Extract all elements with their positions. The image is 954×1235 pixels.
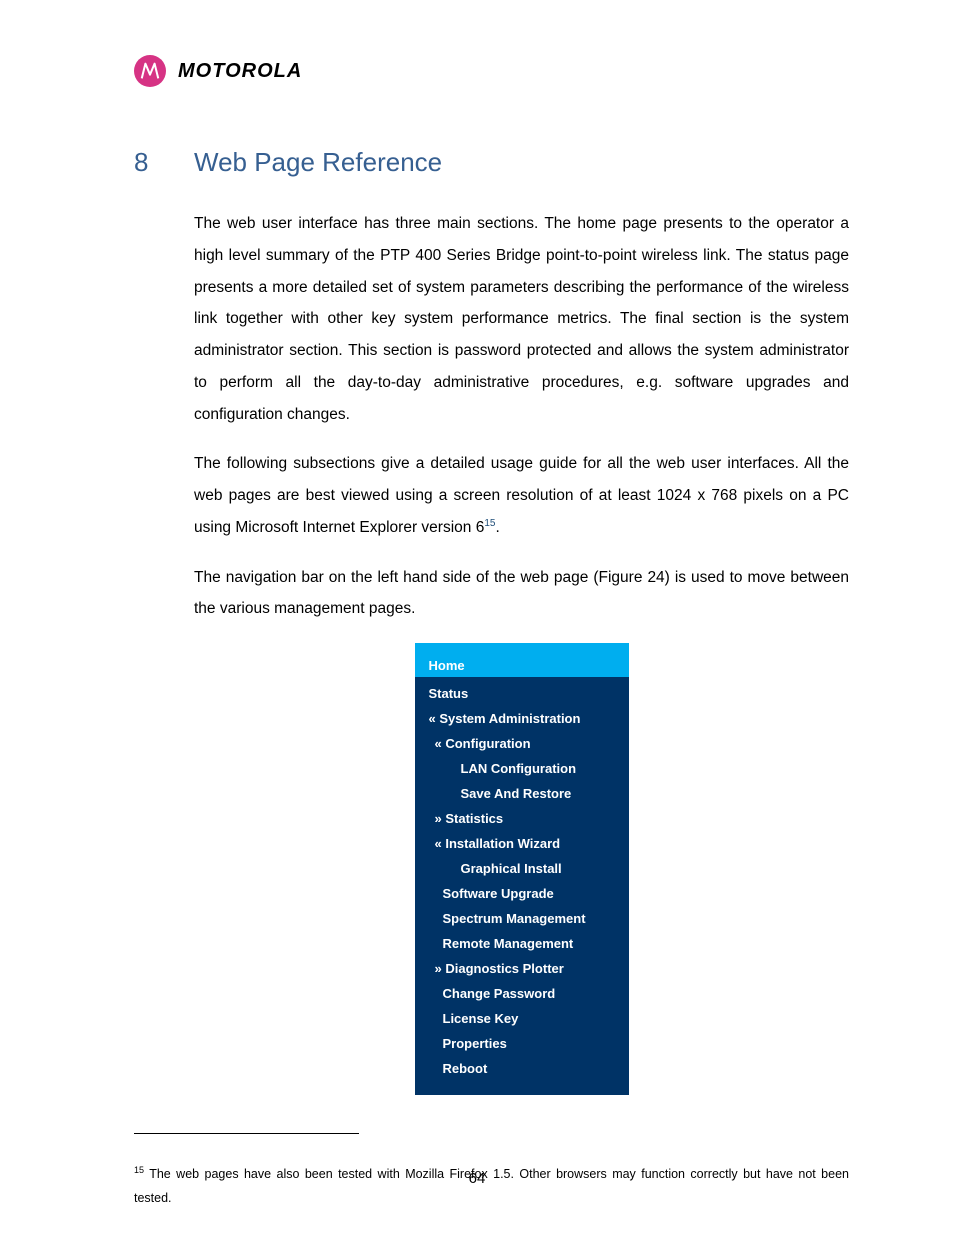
nav-item-software-upgrade[interactable]: Software Upgrade	[415, 881, 629, 906]
footnote-separator	[134, 1133, 359, 1134]
paragraph-1: The web user interface has three main se…	[194, 208, 849, 430]
nav-item-status[interactable]: Status	[415, 681, 629, 706]
paragraph-2a: The following subsections give a detaile…	[194, 455, 849, 536]
nav-item-lan-configuration[interactable]: LAN Configuration	[415, 756, 629, 781]
paragraph-2: The following subsections give a detaile…	[194, 448, 849, 543]
nav-item-remote-management[interactable]: Remote Management	[415, 931, 629, 956]
paragraph-2b: .	[495, 519, 499, 536]
motorola-m-icon	[139, 60, 161, 82]
nav-item-properties[interactable]: Properties	[415, 1031, 629, 1056]
nav-item-save-and-restore[interactable]: Save And Restore	[415, 781, 629, 806]
nav-item-statistics[interactable]: » Statistics	[415, 806, 629, 831]
nav-item-installation-wizard[interactable]: « Installation Wizard	[415, 831, 629, 856]
nav-figure: Home Status « System Administration « Co…	[415, 643, 629, 1095]
brand-name: MOTOROLA	[178, 60, 302, 83]
nav-top-border	[415, 643, 629, 654]
nav-item-configuration[interactable]: « Configuration	[415, 731, 629, 756]
nav-item-reboot[interactable]: Reboot	[415, 1056, 629, 1081]
motorola-logo-icon	[134, 55, 166, 87]
section-number: 8	[134, 147, 194, 178]
content-body: The web user interface has three main se…	[194, 208, 849, 1095]
document-header: MOTOROLA	[134, 55, 849, 87]
section-title: Web Page Reference	[194, 147, 442, 178]
nav-item-license-key[interactable]: License Key	[415, 1006, 629, 1031]
nav-body: Status « System Administration « Configu…	[415, 677, 629, 1095]
section-header: 8 Web Page Reference	[134, 147, 849, 178]
nav-item-graphical-install[interactable]: Graphical Install	[415, 856, 629, 881]
nav-item-spectrum-management[interactable]: Spectrum Management	[415, 906, 629, 931]
page-number: 64	[0, 1170, 954, 1187]
nav-item-system-administration[interactable]: « System Administration	[415, 706, 629, 731]
footnote-ref: 15	[484, 518, 495, 529]
paragraph-3: The navigation bar on the left hand side…	[194, 562, 849, 626]
nav-item-change-password[interactable]: Change Password	[415, 981, 629, 1006]
nav-item-diagnostics-plotter[interactable]: » Diagnostics Plotter	[415, 956, 629, 981]
nav-item-home[interactable]: Home	[415, 654, 629, 677]
